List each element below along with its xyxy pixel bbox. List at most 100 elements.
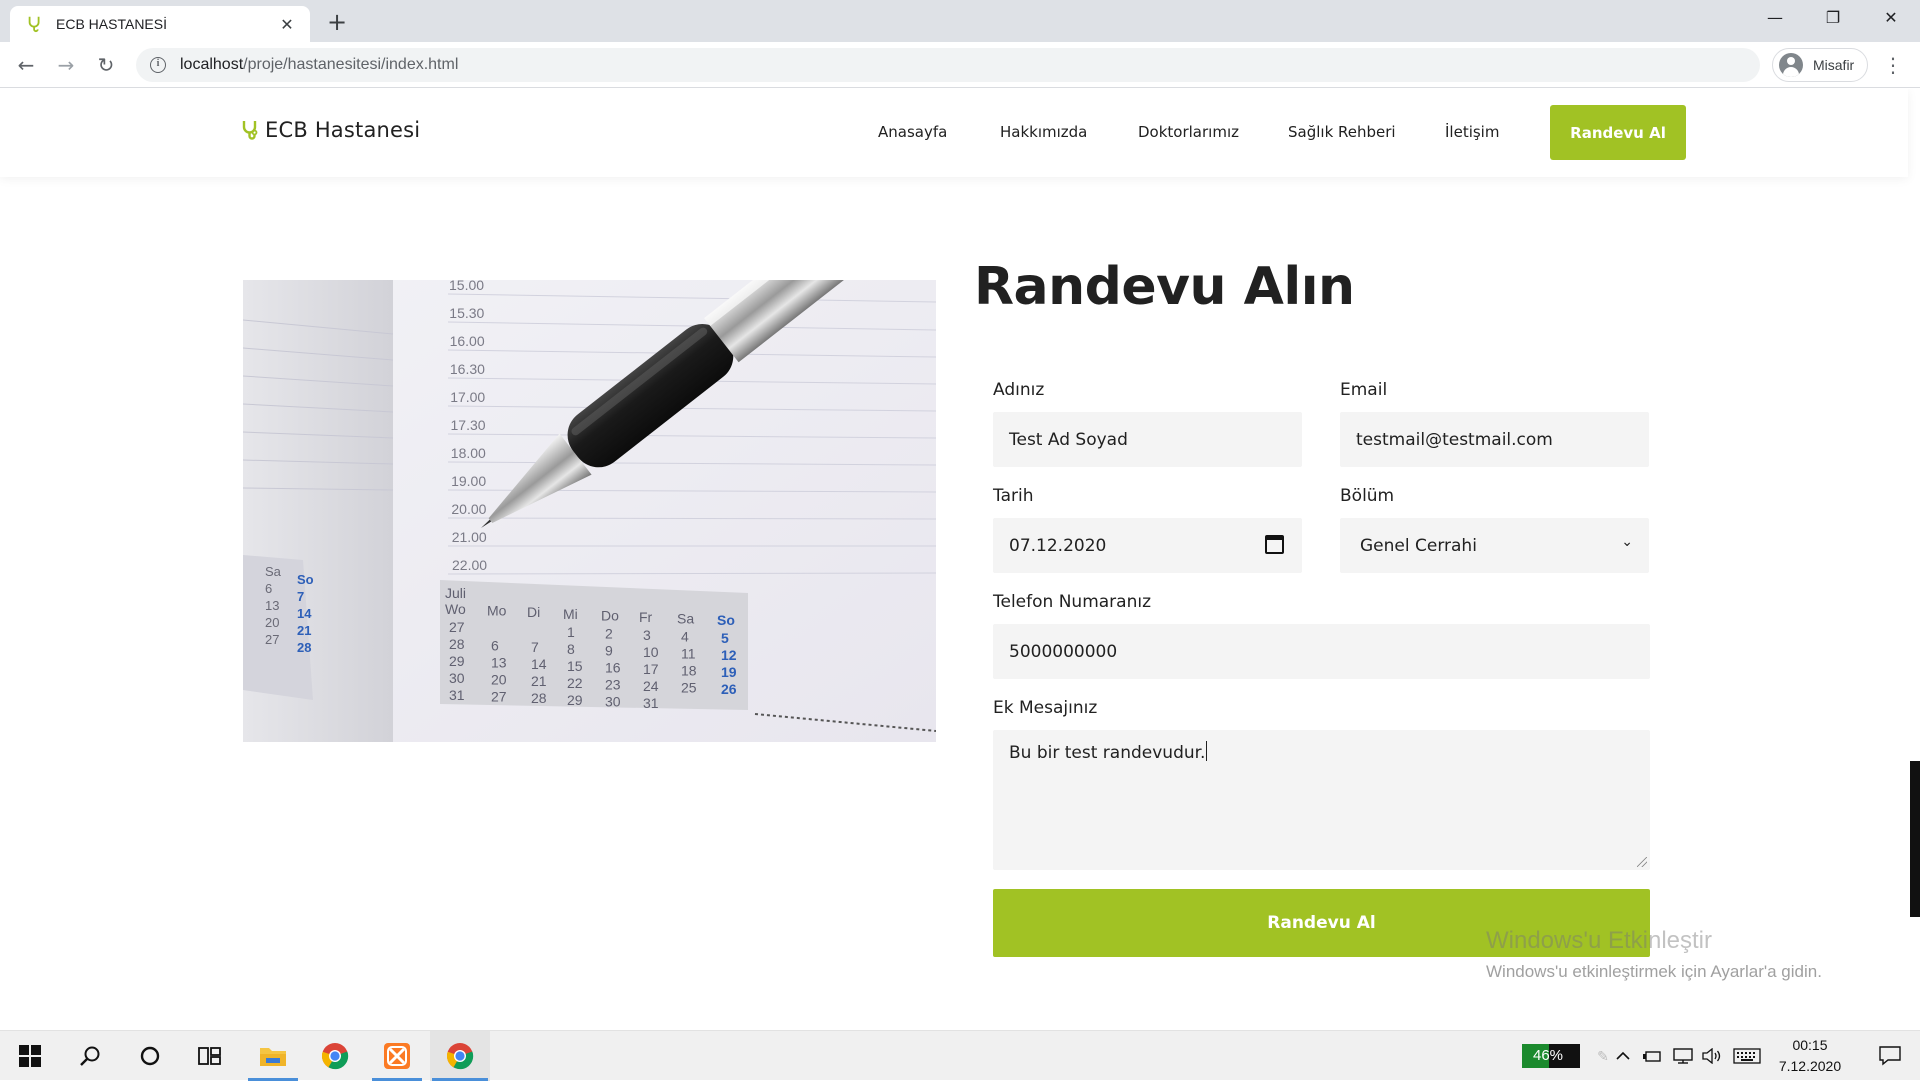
chrome-taskbar-button[interactable]	[308, 1031, 362, 1081]
phone-input[interactable]: 5000000000	[993, 624, 1650, 679]
avatar-icon	[1779, 53, 1803, 77]
email-input-value: testmail@testmail.com	[1356, 429, 1553, 450]
nav-link-anasayfa[interactable]: Anasayfa	[878, 123, 947, 141]
address-bar[interactable]: i localhost/proje/hastanesitesi/index.ht…	[136, 48, 1760, 82]
chrome-icon	[321, 1043, 349, 1070]
battery-plug-icon[interactable]	[1640, 1031, 1664, 1081]
info-icon[interactable]: i	[150, 57, 166, 73]
nav-link-saglik-rehberi[interactable]: Sağlık Rehberi	[1288, 123, 1396, 141]
planner-weekday: Di	[527, 604, 540, 620]
network-icon[interactable]	[1670, 1031, 1696, 1081]
planner-weekday: Fr	[639, 609, 653, 625]
search-button[interactable]	[62, 1031, 118, 1081]
ink-icon[interactable]: ✎	[1596, 1031, 1610, 1081]
search-icon	[80, 1046, 100, 1066]
browser-menu-icon[interactable]: ⋮	[1880, 49, 1906, 81]
name-input-value: Test Ad Soyad	[1009, 429, 1128, 450]
planner-day: 10	[643, 644, 659, 660]
nav-link-iletisim[interactable]: İletişim	[1445, 123, 1499, 141]
planner-day: 14	[531, 656, 547, 672]
planner-time-label: 19.00	[451, 473, 486, 489]
start-button[interactable]	[2, 1031, 58, 1081]
planner-day: 23	[605, 676, 621, 692]
resize-handle[interactable]	[1637, 857, 1647, 867]
brand-name: ECB Hastanesi	[265, 118, 421, 142]
planner-day: 29	[567, 692, 583, 708]
planner-day: 4	[681, 629, 689, 645]
name-input[interactable]: Test Ad Soyad	[993, 412, 1302, 467]
calendar-icon[interactable]	[1265, 535, 1284, 554]
planner-weekday: Mo	[487, 603, 507, 619]
planner-side-day: 7	[297, 589, 304, 604]
reload-icon[interactable]: ↻	[90, 49, 122, 81]
planner-day: 18	[681, 663, 697, 679]
planner-time-label: 15.30	[449, 305, 484, 321]
url-text: localhost/proje/hastanesitesi/index.html	[180, 56, 458, 74]
message-textarea[interactable]: Bu bir test randevudur.	[993, 730, 1650, 870]
planner-day: 11	[681, 646, 696, 662]
department-label: Bölüm	[1340, 486, 1395, 506]
restore-button[interactable]: ❐	[1804, 0, 1862, 38]
new-tab-button[interactable]: +	[322, 8, 352, 38]
planner-month-label: Juli	[445, 585, 466, 601]
browser-tab-bar: ECB HASTANESİ ✕ + — ❐ ✕	[0, 0, 1920, 42]
header-appointment-button[interactable]: Randevu Al	[1550, 105, 1686, 160]
planner-day: 26	[721, 681, 737, 697]
form-title: Randevu Alın	[974, 257, 1355, 317]
forward-icon[interactable]: →	[50, 49, 82, 81]
chevron-down-icon: ⌄	[1621, 534, 1633, 550]
minimize-button[interactable]: —	[1746, 0, 1804, 38]
planner-side-day: 13	[265, 598, 279, 613]
planner-day: 9	[605, 642, 613, 658]
planner-side-day: Sa	[265, 564, 282, 579]
file-explorer-button[interactable]	[246, 1031, 300, 1081]
scrollbar-thumb[interactable]	[1910, 761, 1920, 917]
planner-time-label: 17.30	[451, 417, 486, 433]
nav-link-doktorlarimiz[interactable]: Doktorlarımız	[1138, 123, 1239, 141]
planner-side-day: 21	[297, 623, 311, 638]
notifications-icon[interactable]	[1864, 1031, 1916, 1081]
cortana-button[interactable]	[122, 1031, 178, 1081]
keyboard-icon[interactable]	[1730, 1031, 1764, 1081]
nav-link-hakkimizda[interactable]: Hakkımızda	[1000, 123, 1087, 141]
planner-day: 8	[567, 641, 575, 657]
activation-watermark-title: Windows'u Etkinleştir	[1486, 927, 1712, 954]
taskbar: 46% ✎ 00:15 7.12.2020	[0, 1030, 1920, 1081]
xampp-button[interactable]	[370, 1031, 424, 1081]
planner-day: 28	[449, 636, 465, 652]
brand-logo[interactable]: ECB Hastanesi	[241, 118, 420, 142]
planner-day: 1	[567, 624, 575, 640]
message-text: Bu bir test randevudur.	[1009, 743, 1206, 763]
tab-close-icon[interactable]: ✕	[276, 15, 298, 34]
planner-weekday: Do	[601, 607, 619, 623]
battery-meter[interactable]: 46%	[1522, 1044, 1580, 1068]
date-input[interactable]: 07.12.2020	[993, 518, 1302, 573]
email-input[interactable]: testmail@testmail.com	[1340, 412, 1649, 467]
task-view-button[interactable]	[182, 1031, 238, 1081]
browser-tab[interactable]: ECB HASTANESİ ✕	[10, 6, 310, 42]
chevron-up-icon[interactable]	[1612, 1031, 1634, 1081]
chrome-icon	[446, 1043, 474, 1070]
profile-button[interactable]: Misafir	[1772, 48, 1868, 82]
window-close-button[interactable]: ✕	[1862, 0, 1920, 38]
system-clock[interactable]: 00:15 7.12.2020	[1760, 1035, 1860, 1077]
battery-percent: 46%	[1532, 1047, 1564, 1064]
back-icon[interactable]: ←	[10, 49, 42, 81]
planner-day: 31	[449, 687, 465, 703]
department-select[interactable]: Genel Cerrahi ⌄	[1340, 518, 1649, 573]
planner-pen-image: 15.00 15.30 16.00 16.30 17.00 17.30 18.00 19.00…	[243, 280, 936, 742]
planner-side-day: So	[297, 572, 314, 587]
chrome-active-button[interactable]	[430, 1031, 490, 1081]
department-select-value: Genel Cerrahi	[1360, 535, 1477, 556]
page-viewport: ECB Hastanesi Anasayfa Hakkımızda Doktor…	[0, 89, 1920, 1030]
phone-label: Telefon Numaranız	[993, 592, 1151, 612]
planner-day: 27	[491, 689, 507, 705]
volume-icon[interactable]	[1700, 1031, 1724, 1081]
planner-day: 25	[681, 680, 697, 696]
planner-day: 22	[567, 675, 583, 691]
planner-weekday: Wo	[445, 601, 466, 617]
planner-time-label: 16.30	[450, 361, 485, 377]
planner-day: 27	[449, 619, 465, 635]
url-host: localhost	[180, 56, 244, 73]
site-header: ECB Hastanesi Anasayfa Hakkımızda Doktor…	[0, 89, 1908, 177]
